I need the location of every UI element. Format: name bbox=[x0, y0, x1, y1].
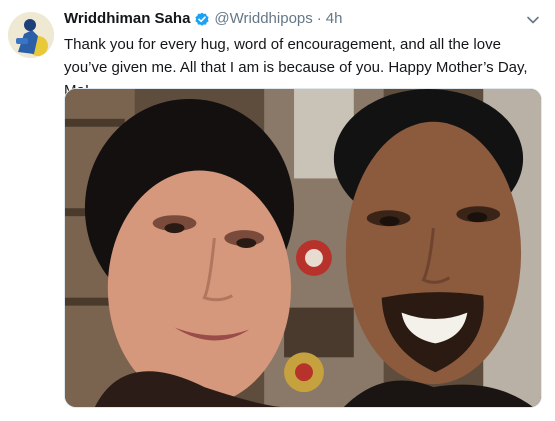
verified-badge-icon bbox=[194, 11, 210, 27]
chevron-down-icon[interactable] bbox=[525, 12, 541, 28]
author-handle[interactable]: @Wriddhipops bbox=[214, 8, 312, 30]
author-avatar[interactable] bbox=[8, 12, 54, 58]
separator-dot: · bbox=[316, 10, 322, 27]
tweet-timestamp[interactable]: 4h bbox=[326, 8, 343, 30]
author-name[interactable]: Wriddhiman Saha bbox=[64, 8, 190, 30]
tweet-photo[interactable] bbox=[64, 88, 542, 408]
tweet-header: Wriddhiman Saha @Wriddhipops · 4h bbox=[64, 8, 342, 30]
tweet-card[interactable]: Wriddhiman Saha @Wriddhipops · 4h Thank … bbox=[0, 0, 555, 421]
